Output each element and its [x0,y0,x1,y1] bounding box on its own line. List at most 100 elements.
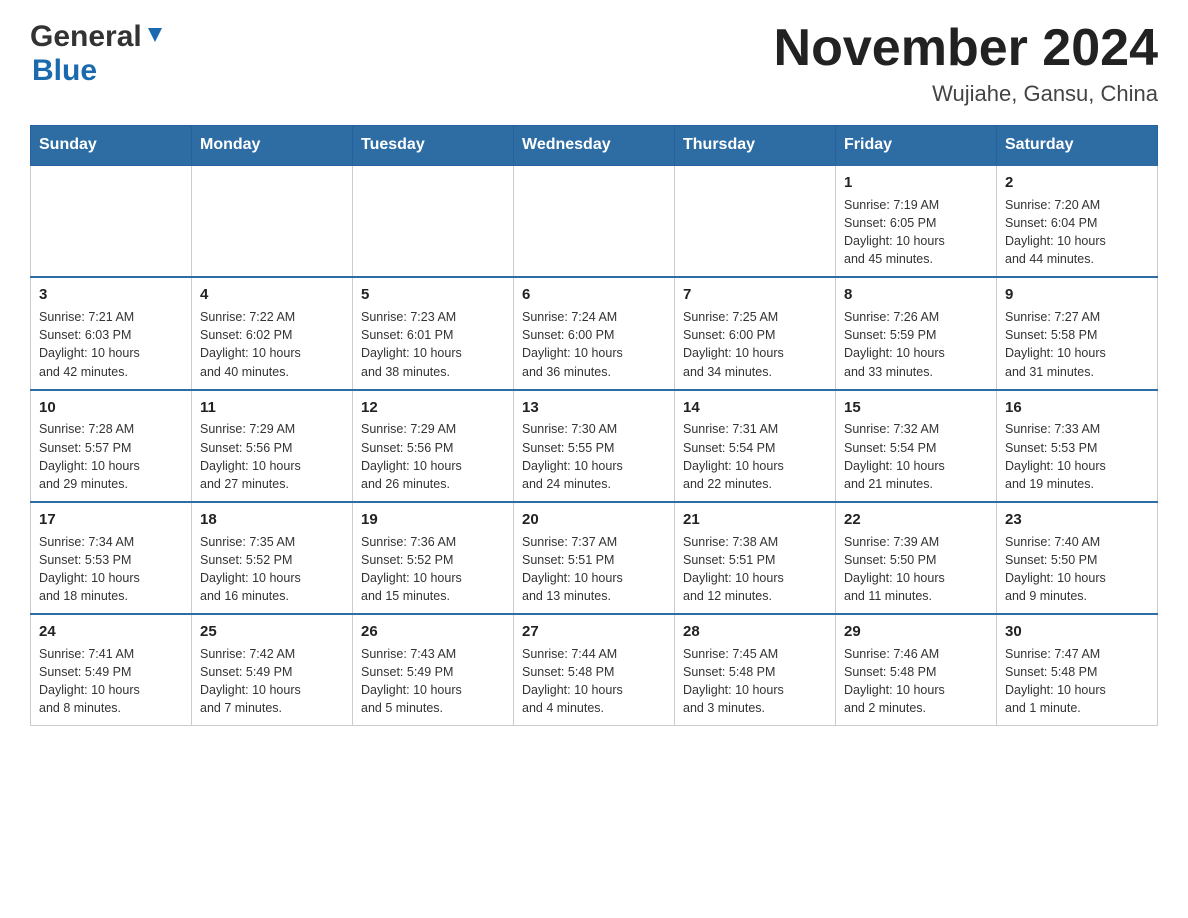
day-info-line: Sunrise: 7:39 AM [844,535,939,549]
day-info-line: and 22 minutes. [683,477,772,491]
day-number: 19 [361,509,505,531]
logo-triangle-icon [144,24,166,46]
day-info-line: and 16 minutes. [200,589,289,603]
calendar-cell: 10Sunrise: 7:28 AMSunset: 5:57 PMDayligh… [31,390,192,502]
day-number: 18 [200,509,344,531]
day-info-line: Daylight: 10 hours [844,459,945,473]
calendar-header-row: SundayMondayTuesdayWednesdayThursdayFrid… [31,126,1158,166]
day-info: Sunrise: 7:36 AMSunset: 5:52 PMDaylight:… [361,533,505,606]
calendar-cell: 30Sunrise: 7:47 AMSunset: 5:48 PMDayligh… [997,614,1158,726]
day-info: Sunrise: 7:22 AMSunset: 6:02 PMDaylight:… [200,308,344,381]
calendar-cell: 25Sunrise: 7:42 AMSunset: 5:49 PMDayligh… [192,614,353,726]
day-info: Sunrise: 7:38 AMSunset: 5:51 PMDaylight:… [683,533,827,606]
day-info-line: Sunrise: 7:34 AM [39,535,134,549]
calendar-cell: 15Sunrise: 7:32 AMSunset: 5:54 PMDayligh… [836,390,997,502]
calendar-cell: 27Sunrise: 7:44 AMSunset: 5:48 PMDayligh… [514,614,675,726]
day-info-line: Sunrise: 7:29 AM [361,422,456,436]
day-info-line: Sunrise: 7:24 AM [522,310,617,324]
day-info: Sunrise: 7:24 AMSunset: 6:00 PMDaylight:… [522,308,666,381]
day-info-line: Sunrise: 7:44 AM [522,647,617,661]
day-info-line: Daylight: 10 hours [361,683,462,697]
day-info-line: Daylight: 10 hours [844,346,945,360]
day-info-line: Daylight: 10 hours [39,571,140,585]
day-number: 9 [1005,284,1149,306]
day-info-line: and 24 minutes. [522,477,611,491]
day-number: 16 [1005,397,1149,419]
page-header: General Blue November 2024 Wujiahe, Gans… [30,20,1158,107]
day-info-line: Sunrise: 7:35 AM [200,535,295,549]
calendar-table: SundayMondayTuesdayWednesdayThursdayFrid… [30,125,1158,726]
day-info-line: Daylight: 10 hours [1005,571,1106,585]
day-info-line: Sunrise: 7:36 AM [361,535,456,549]
day-info-line: and 2 minutes. [844,701,926,715]
calendar-cell [353,165,514,277]
day-number: 24 [39,621,183,643]
day-info: Sunrise: 7:20 AMSunset: 6:04 PMDaylight:… [1005,196,1149,269]
day-info: Sunrise: 7:19 AMSunset: 6:05 PMDaylight:… [844,196,988,269]
day-info-line: and 45 minutes. [844,252,933,266]
day-info-line: and 44 minutes. [1005,252,1094,266]
day-info-line: Sunset: 6:04 PM [1005,216,1097,230]
day-info: Sunrise: 7:34 AM Sunset: 5:53 PM Daylight:… [39,533,183,606]
day-info-line: Sunset: 5:49 PM [361,665,453,679]
day-number: 1 [844,172,988,194]
day-info-line: and 19 minutes. [1005,477,1094,491]
title-block: November 2024 Wujiahe, Gansu, China [774,20,1158,107]
day-info: Sunrise: 7:40 AMSunset: 5:50 PMDaylight:… [1005,533,1149,606]
day-info-line: Daylight: 10 hours [683,683,784,697]
day-info-line: Sunset: 5:49 PM [200,665,292,679]
day-info-line: Daylight: 10 hours [844,234,945,248]
day-info-line: Sunset: 5:54 PM [844,441,936,455]
day-header-thursday: Thursday [675,126,836,166]
day-info-line: Sunset: 5:50 PM [844,553,936,567]
day-info-line: Daylight: 10 hours [522,571,623,585]
day-header-monday: Monday [192,126,353,166]
day-info-line: Sunset: 5:55 PM [522,441,614,455]
day-info-line: and 1 minute. [1005,701,1081,715]
calendar-cell: 20Sunrise: 7:37 AMSunset: 5:51 PMDayligh… [514,502,675,614]
day-info-line: Daylight: 10 hours [39,346,140,360]
day-info-line: Sunrise: 7:21 AM [39,310,134,324]
day-info-line: Daylight: 10 hours [1005,346,1106,360]
day-info-line: and 5 minutes. [361,701,443,715]
day-info: Sunrise: 7:28 AMSunset: 5:57 PMDaylight:… [39,420,183,493]
day-number: 26 [361,621,505,643]
day-info: Sunrise: 7:25 AMSunset: 6:00 PMDaylight:… [683,308,827,381]
logo-general: General [30,20,142,54]
day-number: 29 [844,621,988,643]
day-info: Sunrise: 7:46 AMSunset: 5:48 PMDaylight:… [844,645,988,718]
day-info-line: and 8 minutes. [39,701,121,715]
day-info-line: and 4 minutes. [522,701,604,715]
day-info-line: and 31 minutes. [1005,365,1094,379]
day-header-wednesday: Wednesday [514,126,675,166]
calendar-cell: 1Sunrise: 7:19 AMSunset: 6:05 PMDaylight… [836,165,997,277]
calendar-cell [31,165,192,277]
day-info-line: Sunset: 5:48 PM [844,665,936,679]
day-info-line: and 27 minutes. [200,477,289,491]
day-info-line: Sunset: 5:48 PM [683,665,775,679]
day-number: 3 [39,284,183,306]
day-info-line: Sunset: 5:53 PM [39,553,131,567]
calendar-cell: 23Sunrise: 7:40 AMSunset: 5:50 PMDayligh… [997,502,1158,614]
day-info-line: Daylight: 10 hours [683,459,784,473]
day-info-line: and 11 minutes. [844,589,932,603]
day-info-line: and 18 minutes. [39,589,128,603]
day-info-line: Sunset: 5:57 PM [39,441,131,455]
day-info-line: Sunrise: 7:47 AM [1005,647,1100,661]
day-info-line: Sunrise: 7:46 AM [844,647,939,661]
calendar-cell: 29Sunrise: 7:46 AMSunset: 5:48 PMDayligh… [836,614,997,726]
calendar-cell: 4Sunrise: 7:22 AMSunset: 6:02 PMDaylight… [192,277,353,389]
day-info-line: Sunrise: 7:33 AM [1005,422,1100,436]
day-info-line: Daylight: 10 hours [200,571,301,585]
calendar-week-row: 1Sunrise: 7:19 AMSunset: 6:05 PMDaylight… [31,165,1158,277]
day-header-saturday: Saturday [997,126,1158,166]
day-info: Sunrise: 7:30 AMSunset: 5:55 PMDaylight:… [522,420,666,493]
day-info-line: and 33 minutes. [844,365,933,379]
day-info-line: Sunrise: 7:45 AM [683,647,778,661]
calendar-cell: 14Sunrise: 7:31 AMSunset: 5:54 PMDayligh… [675,390,836,502]
day-info-line: and 15 minutes. [361,589,450,603]
day-number: 6 [522,284,666,306]
day-info-line: Sunrise: 7:41 AM [39,647,134,661]
day-info-line: Sunset: 5:56 PM [361,441,453,455]
calendar-cell [192,165,353,277]
